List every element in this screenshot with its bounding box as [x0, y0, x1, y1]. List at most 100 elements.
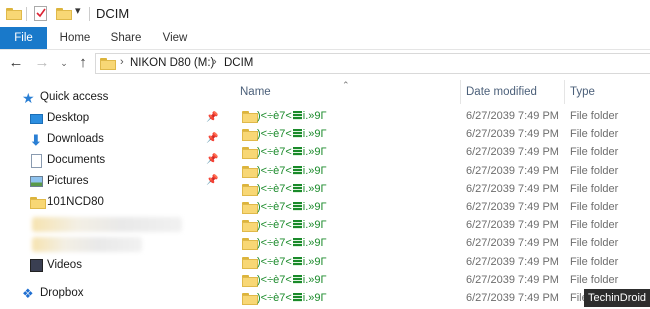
file-type: File folder	[570, 110, 619, 122]
file-type: File folder	[570, 201, 619, 213]
file-name-part: i.»9Γ	[302, 219, 327, 232]
dropbox-icon: ❖	[22, 286, 34, 301]
navigation-pane: ★ Quick access Desktop 📌 ⬇ Downloads 📌 D…	[0, 80, 228, 309]
file-date: 6/27/2039 7:49 PM	[466, 292, 559, 304]
folder-icon	[242, 238, 258, 251]
title-bar: ▾ DCIM	[0, 0, 650, 27]
videos-icon	[30, 259, 43, 272]
folder-icon	[242, 274, 258, 287]
file-row[interactable]: )<÷è7< i.»9Γ 6/27/2039 7:49 PM File folder	[230, 235, 650, 253]
sidebar-item-videos[interactable]: Videos	[0, 256, 228, 277]
file-name-part: )<÷è7<	[257, 201, 292, 213]
folder-icon	[100, 58, 116, 70]
file-date: 6/27/2039 7:49 PM	[466, 201, 559, 213]
address-bar[interactable]: › NIKON D80 (M:) › DCIM	[95, 53, 650, 74]
file-name-part: i.»9Γ	[302, 273, 327, 286]
folder-icon	[242, 256, 258, 269]
forward-arrow-icon[interactable]: →	[34, 54, 50, 72]
tab-view[interactable]: View	[154, 27, 196, 49]
glyph-block-icon	[292, 129, 302, 139]
sidebar-item-desktop[interactable]: Desktop 📌	[0, 109, 228, 130]
file-row[interactable]: )<÷è7< i.»9Γ 6/27/2039 7:49 PM File folder	[230, 199, 650, 217]
glyph-block-icon	[292, 165, 302, 175]
file-date: 6/27/2039 7:49 PM	[466, 128, 559, 141]
glyph-block-icon	[292, 111, 302, 120]
sort-ascending-icon: ⌃	[342, 80, 350, 90]
sidebar-item-dropbox[interactable]: ❖ Dropbox	[0, 284, 228, 305]
folder-icon	[242, 183, 258, 196]
sidebar-item-quick-access[interactable]: ★ Quick access	[0, 88, 228, 109]
new-folder-icon[interactable]	[56, 8, 72, 20]
breadcrumb-separator-icon[interactable]: ›	[213, 56, 217, 68]
file-type: File folder	[570, 146, 619, 159]
tab-share[interactable]: Share	[104, 27, 148, 49]
file-name-part: )<÷è7<	[257, 110, 292, 122]
file-type: File folder	[570, 237, 619, 250]
file-row[interactable]: )<÷è7< i.»9Γ 6/27/2039 7:49 PM File folder	[230, 181, 650, 199]
glyph-block-icon	[292, 293, 302, 302]
file-type: File folder	[570, 128, 619, 141]
column-divider[interactable]	[460, 80, 461, 104]
pin-icon[interactable]: 📌	[206, 175, 218, 186]
properties-icon[interactable]	[34, 6, 47, 21]
watermark: TechinDroid	[584, 289, 650, 307]
pin-icon[interactable]: 📌	[206, 133, 218, 144]
file-date: 6/27/2039 7:49 PM	[466, 219, 559, 232]
folder-icon	[242, 202, 258, 214]
file-name-part: )<÷è7<	[257, 164, 292, 177]
glyph-block-icon	[292, 238, 302, 248]
column-header-type[interactable]: Type	[570, 80, 595, 104]
file-row[interactable]: )<÷è7< i.»9Γ 6/27/2039 7:49 PM File folder	[230, 163, 650, 181]
sidebar-item-downloads[interactable]: ⬇ Downloads 📌	[0, 130, 228, 151]
breadcrumb-separator-icon[interactable]: ›	[120, 56, 124, 68]
tab-home[interactable]: Home	[54, 27, 96, 49]
file-row[interactable]: )<÷è7< i.»9Γ 6/27/2039 7:49 PM File folder	[230, 272, 650, 290]
file-name-part: )<÷è7<	[257, 255, 292, 268]
glyph-block-icon	[292, 147, 302, 157]
file-row[interactable]: )<÷è7< i.»9Γ 6/27/2039 7:49 PM File folder	[230, 144, 650, 162]
folder-icon[interactable]	[6, 8, 22, 20]
file-name-part: )<÷è7<	[257, 292, 292, 304]
column-divider[interactable]	[564, 80, 565, 104]
file-name: )<÷è7< i.»9Γ	[257, 110, 327, 122]
file-name: )<÷è7< i.»9Γ	[257, 274, 327, 286]
file-row[interactable]: )<÷è7< i.»9Γ 6/27/2039 7:49 PM File folder	[230, 217, 650, 235]
file-row[interactable]: )<÷è7< i.»9Γ 6/27/2039 7:49 PM File folder	[230, 108, 650, 126]
file-name-part: i.»9Γ	[302, 237, 327, 250]
pin-icon[interactable]: 📌	[206, 154, 218, 165]
file-row[interactable]: )<÷è7< i.»9Γ 6/27/2039 7:49 PM File folder	[230, 254, 650, 272]
file-name-part: i.»9Γ	[302, 182, 327, 195]
column-header-name[interactable]: Name	[240, 80, 271, 104]
back-arrow-icon[interactable]: ←	[8, 54, 24, 72]
file-date: 6/27/2039 7:49 PM	[466, 164, 559, 177]
file-name: )<÷è7< i.»9Γ	[257, 256, 327, 268]
breadcrumb-dcim[interactable]: DCIM	[224, 57, 253, 69]
sidebar-item-documents[interactable]: Documents 📌	[0, 151, 228, 172]
sidebar-item-101ncd80[interactable]: 101NCD80	[0, 193, 228, 214]
pictures-icon	[30, 176, 43, 187]
file-name: )<÷è7< i.»9Γ	[257, 128, 327, 140]
column-header-date-modified[interactable]: Date modified	[466, 80, 537, 104]
ribbon: File Home Share View	[0, 27, 650, 50]
redacted-item	[32, 237, 142, 252]
customize-toolbar-icon[interactable]: ▾	[75, 4, 81, 17]
desktop-icon	[30, 114, 43, 124]
up-arrow-icon[interactable]: ↑	[75, 54, 91, 72]
pin-icon[interactable]: 📌	[206, 112, 218, 123]
toolbar-divider	[89, 7, 90, 21]
file-list: Name ⌃ Date modified Type )<÷è7< i.»9Γ 6/2…	[230, 80, 650, 309]
file-name-part: )<÷è7<	[257, 273, 292, 286]
file-name-part: )<÷è7<	[257, 219, 292, 232]
file-row[interactable]: )<÷è7< i.»9Γ 6/27/2039 7:49 PM File folder	[230, 126, 650, 144]
folder-icon	[242, 147, 258, 160]
file-type: File folder	[570, 182, 619, 195]
recent-locations-chevron-icon[interactable]: ⌄	[56, 54, 72, 72]
file-name: )<÷è7< i.»9Γ	[257, 201, 327, 213]
file-name-part: i.»9Γ	[302, 164, 327, 177]
file-type: File folder	[570, 164, 619, 177]
breadcrumb-nikon-d80[interactable]: NIKON D80 (M:)	[130, 57, 214, 69]
tab-file[interactable]: File	[0, 27, 47, 49]
sidebar-item-pictures[interactable]: Pictures 📌	[0, 172, 228, 193]
file-name: )<÷è7< i.»9Γ	[257, 292, 327, 304]
file-name-part: i.»9Γ	[302, 110, 327, 122]
